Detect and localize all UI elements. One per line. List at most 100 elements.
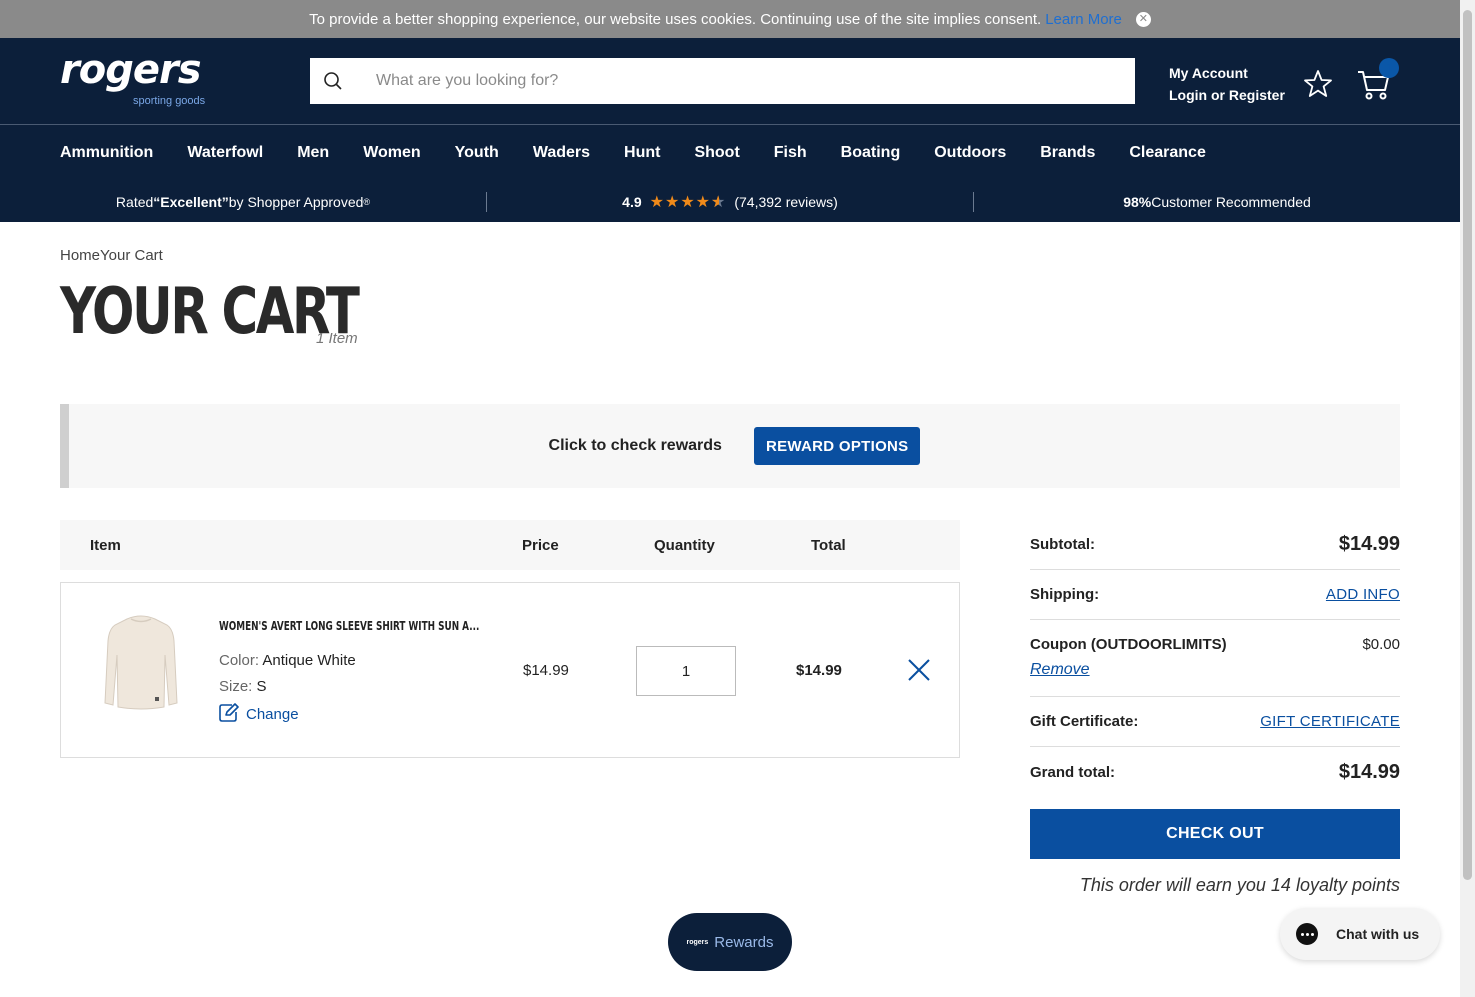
subtotal-row: Subtotal: $14.99 — [1030, 520, 1400, 570]
rewards-box: Click to check rewards REWARD OPTIONS — [60, 404, 1400, 488]
nav-item-waterfowl[interactable]: Waterfowl — [187, 144, 263, 162]
table-row: WOMEN'S AVERT LONG SLEEVE SHIRT WITH SUN… — [60, 582, 960, 758]
login-register-link[interactable]: Login or Register — [1169, 84, 1285, 106]
col-item: Item — [90, 537, 121, 554]
change-button[interactable]: Change — [219, 703, 299, 726]
nav-item-ammunition[interactable]: Ammunition — [60, 144, 153, 162]
add-info-link[interactable]: ADD INFO — [1326, 586, 1400, 603]
remove-icon[interactable] — [906, 657, 932, 683]
shipping-row: Shipping: ADD INFO — [1030, 570, 1400, 620]
cart-table-header: Item Price Quantity Total — [60, 520, 960, 570]
nav-item-women[interactable]: Women — [363, 144, 420, 162]
chat-button[interactable]: Chat with us — [1280, 908, 1440, 960]
logo-sub: sporting goods — [133, 95, 206, 107]
rewards-widget-label: Rewards — [714, 933, 774, 951]
cookie-banner: To provide a better shopping experience,… — [0, 0, 1460, 38]
gift-certificate-link[interactable]: GIFT CERTIFICATE — [1260, 713, 1400, 730]
scrollbar[interactable] — [1460, 0, 1475, 997]
account-title: My Account — [1169, 65, 1248, 81]
rating-excellent-bold: “Excellent” — [153, 194, 229, 210]
nav-item-brands[interactable]: Brands — [1040, 144, 1095, 162]
star-icon[interactable] — [1302, 68, 1334, 100]
ratings-bar: Rated “Excellent” by Shopper Approved ® … — [0, 188, 1460, 216]
shipping-label: Shipping: — [1030, 586, 1100, 603]
rating-stars-full: ★★★★ — [649, 194, 711, 211]
breadcrumb-current: Your Cart — [100, 247, 163, 264]
change-label: Change — [246, 706, 299, 723]
main-nav: Ammunition Waterfowl Men Women Youth Wad… — [60, 144, 1240, 162]
half-star-icon: ★★ — [711, 194, 727, 211]
rating-score-value: 4.9 — [622, 194, 642, 210]
nav-item-shoot[interactable]: Shoot — [694, 144, 739, 162]
item-count: 1 Item — [316, 330, 358, 347]
nav-item-youth[interactable]: Youth — [455, 144, 499, 162]
subtotal-value: $14.99 — [1338, 533, 1400, 555]
grand-total-row: Grand total: $14.99 — [1030, 747, 1400, 797]
rating-excellent[interactable]: Rated “Excellent” by Shopper Approved ® — [0, 188, 486, 216]
grand-total-label: Grand total: — [1030, 763, 1115, 781]
size-value: S — [256, 678, 267, 695]
coupon-row: Coupon (OUTDOORLIMITS) Remove $0.00 — [1030, 620, 1400, 697]
gift-label: Gift Certificate: — [1030, 713, 1139, 730]
grand-total-value: $14.99 — [1338, 760, 1400, 783]
search-bar — [310, 58, 1135, 104]
rating-stars-icon: ★★★★★★ — [650, 192, 727, 212]
logo-word: rogers — [60, 47, 202, 93]
nav-item-men[interactable]: Men — [297, 144, 329, 162]
product-image[interactable] — [101, 611, 181, 713]
loyalty-text: This order will earn you 14 loyalty poin… — [1079, 875, 1400, 895]
subtotal-label: Subtotal: — [1030, 536, 1095, 553]
nav-item-hunt[interactable]: Hunt — [624, 144, 660, 162]
recommended-percent: 98% — [1123, 194, 1152, 210]
account-menu[interactable]: My Account Login or Register — [1169, 62, 1285, 106]
row-total: $14.99 — [796, 662, 842, 679]
checkout-button[interactable]: CHECK OUT — [1030, 809, 1400, 859]
product-size: Size: S — [219, 678, 267, 695]
nav-divider — [0, 124, 1460, 125]
logo[interactable]: rogers sporting goods — [60, 50, 220, 110]
registered-mark: ® — [363, 197, 371, 207]
coupon-remove-link[interactable]: Remove — [1030, 661, 1090, 678]
col-price: Price — [522, 537, 559, 554]
rewards-widget-button[interactable]: rogers Rewards — [668, 913, 792, 971]
chat-icon — [1296, 923, 1318, 945]
color-label: Color: — [219, 652, 260, 669]
order-summary: Subtotal: $14.99 Shipping: ADD INFO Coup… — [1030, 520, 1400, 797]
rating-recommended[interactable]: 98% Customer Recommended — [974, 188, 1460, 216]
reward-options-button[interactable]: REWARD OPTIONS — [753, 427, 921, 465]
scrollbar-thumb[interactable] — [1463, 10, 1472, 880]
col-quantity: Quantity — [654, 537, 715, 554]
nav-item-fish[interactable]: Fish — [774, 144, 807, 162]
col-total: Total — [811, 537, 846, 554]
rating-post: by Shopper Approved — [228, 194, 364, 210]
search-input[interactable] — [376, 72, 1135, 90]
rating-pre: Rated — [115, 194, 154, 210]
rating-score[interactable]: 4.9 ★★★★★★ (74,392 reviews) — [487, 188, 973, 216]
chat-label: Chat with us — [1336, 926, 1420, 942]
nav-item-waders[interactable]: Waders — [533, 144, 590, 162]
row-price: $14.99 — [523, 662, 569, 679]
search-icon[interactable] — [310, 71, 356, 91]
product-color: Color: Antique White — [219, 652, 356, 669]
nav-item-boating[interactable]: Boating — [841, 144, 901, 162]
coupon-value: $0.00 — [1362, 636, 1400, 653]
cart-count-badge: 1 — [1379, 58, 1399, 78]
page-title: YOUR CART — [60, 275, 360, 349]
cookie-close-icon[interactable]: ✕ — [1135, 11, 1151, 27]
nav-item-clearance[interactable]: Clearance — [1129, 144, 1206, 162]
nav-item-outdoors[interactable]: Outdoors — [934, 144, 1006, 162]
color-value: Antique White — [262, 652, 356, 669]
gift-row: Gift Certificate: GIFT CERTIFICATE — [1030, 697, 1400, 747]
cookie-text: To provide a better shopping experience,… — [309, 10, 1042, 28]
recommended-text: Customer Recommended — [1151, 194, 1311, 210]
rating-reviews: (74,392 reviews) — [734, 194, 838, 210]
breadcrumb-home[interactable]: Home — [60, 247, 100, 264]
site-header: rogers sporting goods My Account Login o… — [0, 38, 1460, 222]
quantity-input[interactable]: 1 — [636, 646, 736, 696]
edit-icon — [219, 703, 240, 726]
learn-more-link[interactable]: Learn More — [1045, 11, 1122, 28]
rewards-logo: rogers — [686, 938, 709, 946]
size-label: Size: — [219, 678, 253, 695]
product-name[interactable]: WOMEN'S AVERT LONG SLEEVE SHIRT WITH SUN… — [219, 619, 479, 633]
coupon-label: Coupon (OUTDOORLIMITS) — [1030, 636, 1227, 653]
